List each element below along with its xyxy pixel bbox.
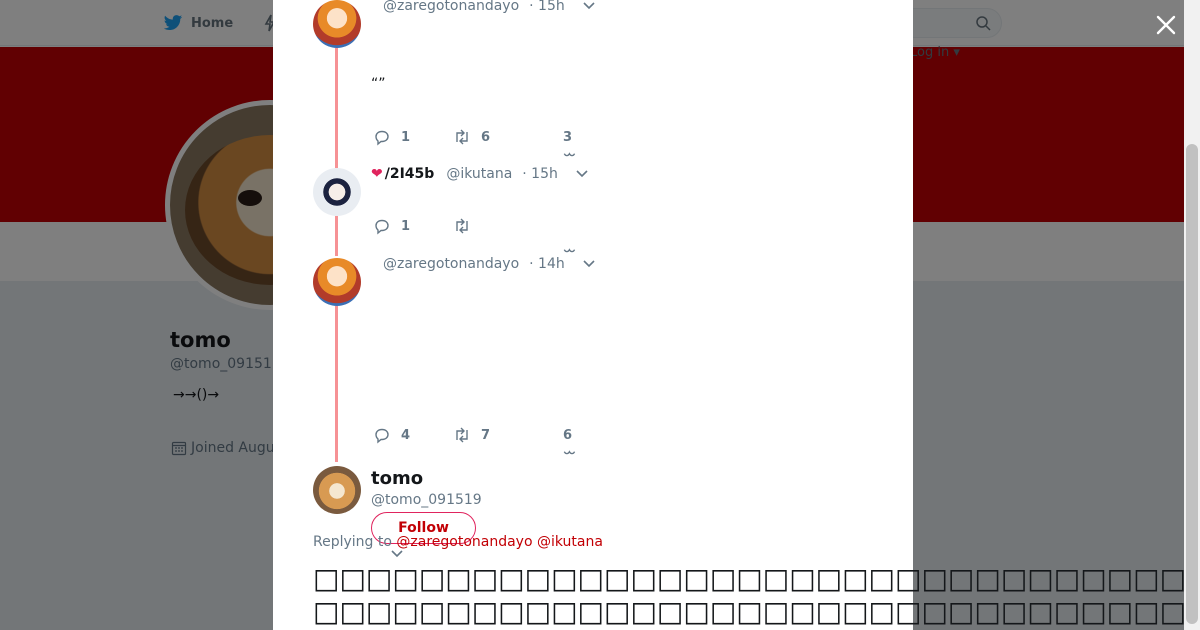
reply-icon (375, 219, 389, 235)
retweet-button[interactable]: 7 (453, 426, 563, 444)
tweet-author-handle[interactable]: @tomo_091519 (371, 492, 482, 508)
retweet-icon (456, 427, 468, 443)
tweet-actions: 4 7 6 (373, 426, 576, 454)
reply-button[interactable]: 4 (373, 426, 453, 444)
reply-count: 1 (401, 218, 411, 234)
tweet-text: “” (371, 76, 386, 92)
avatar[interactable] (313, 466, 361, 514)
tweet-actions: 1 (373, 217, 576, 253)
tweet-author-handle[interactable]: @ikutana (446, 166, 512, 182)
conversation-modal: @zaregotonandayo · 15h “” 1 6 3 ❤ /2I45b (273, 0, 1186, 630)
reply-count: 1 (401, 129, 411, 145)
avatar[interactable] (313, 0, 361, 48)
reply-icon (375, 130, 389, 146)
tweet-author-name[interactable]: /2I45b (385, 166, 435, 182)
tweet-time[interactable]: · 14h (529, 256, 565, 272)
reply-button[interactable]: 1 (373, 128, 453, 146)
replying-to-user[interactable]: @ikutana (537, 534, 603, 550)
chevron-down-icon[interactable] (391, 550, 403, 558)
scrollbar[interactable] (1184, 0, 1200, 630)
retweet-icon (456, 218, 468, 234)
close-icon[interactable] (1153, 12, 1179, 38)
chevron-down-icon[interactable] (576, 170, 588, 178)
tweet-header: @zaregotonandayo · 15h (371, 0, 595, 14)
scrollbar-thumb[interactable] (1186, 144, 1198, 624)
retweet-button[interactable]: 6 (453, 128, 563, 146)
replying-to-user[interactable]: @zaregotonandayo (396, 534, 532, 550)
like-button[interactable]: 3 (563, 129, 576, 156)
like-count: 6 (563, 427, 573, 443)
retweet-button[interactable] (453, 217, 563, 235)
reply-count: 4 (401, 427, 411, 443)
thread-connector (335, 306, 338, 462)
tweet-header: ❤ /2I45b @ikutana · 15h (371, 166, 588, 182)
thread-connector (335, 216, 338, 256)
thread-connector (335, 48, 338, 168)
heart-icon (563, 449, 576, 454)
like-count: 3 (563, 129, 573, 145)
reply-button[interactable]: 1 (373, 217, 453, 235)
avatar[interactable] (313, 168, 361, 216)
tweet-author-handle[interactable]: @zaregotonandayo (383, 0, 519, 14)
tweet-actions: 1 6 3 (373, 128, 576, 156)
heart-emoji: ❤ (371, 166, 383, 182)
tweet-author-handle[interactable]: @zaregotonandayo (383, 256, 519, 272)
heart-icon (563, 151, 576, 156)
reply-icon (375, 428, 389, 444)
retweet-count: 6 (481, 129, 491, 145)
replying-to: Replying to @zaregotonandayo @ikutana (313, 534, 603, 550)
chevron-down-icon[interactable] (583, 2, 595, 10)
avatar[interactable] (313, 258, 361, 306)
retweet-icon (456, 129, 468, 145)
retweet-count: 7 (481, 427, 491, 443)
tweet-header: @zaregotonandayo · 14h (371, 256, 595, 272)
replying-to-label: Replying to (313, 534, 392, 550)
like-button[interactable]: 6 (563, 427, 576, 454)
tweet-time[interactable]: · 15h (529, 0, 565, 14)
tweet-author-name[interactable]: tomo (371, 468, 423, 489)
chevron-down-icon[interactable] (583, 260, 595, 268)
tweet-text: □□□□□□□□□□□□□□□□□□□□□□□□□□□□□□□□□□□□□□□□… (313, 562, 1187, 630)
tweet-time[interactable]: · 15h (522, 166, 558, 182)
